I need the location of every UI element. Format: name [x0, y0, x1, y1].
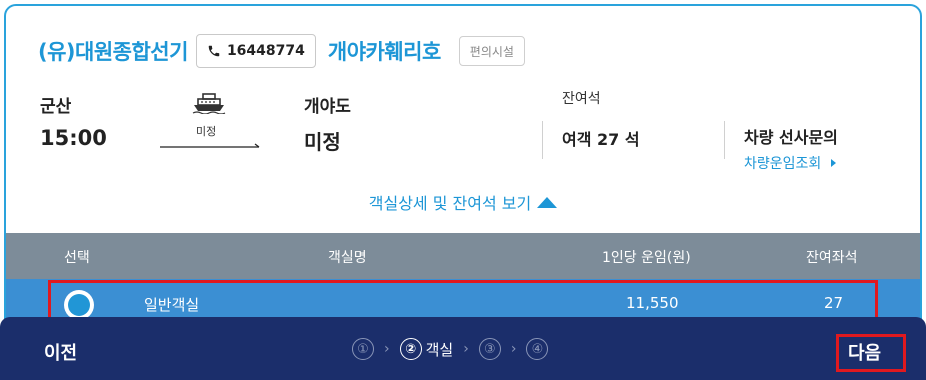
- ship-name: 개야카훼리호: [327, 40, 441, 64]
- step-1: ①: [352, 338, 374, 360]
- footer-bar: 이전 ① › ② 객실 › ③ › ④ 다음: [0, 317, 926, 380]
- detail-toggle[interactable]: 객실상세 및 잔여석 보기: [6, 190, 920, 214]
- seat-label: 잔여석: [562, 91, 601, 107]
- cabin-name: 일반객실: [144, 296, 200, 314]
- arrival-port: 개야도: [304, 97, 351, 117]
- chevron-right-icon: ›: [510, 341, 517, 357]
- step-3: ③: [478, 338, 501, 360]
- departure-port: 군산: [40, 97, 72, 117]
- caret-right-icon: [831, 159, 837, 167]
- divider: [724, 121, 725, 159]
- detail-toggle-label: 객실상세 및 잔여석 보기: [368, 194, 532, 213]
- departure-time: 15:00: [40, 126, 107, 150]
- passenger-seats: 여객 27 석: [562, 130, 640, 149]
- radio-selected-dot: [68, 294, 90, 316]
- phone-button[interactable]: 16448774: [195, 34, 316, 68]
- route-arrow: [160, 143, 260, 148]
- phone-icon: [208, 45, 220, 57]
- step-4: ④: [526, 338, 549, 360]
- column-header-remaining: 잔여좌석: [806, 250, 858, 266]
- step-2: ②: [399, 338, 422, 360]
- arrival-status: 미정: [304, 130, 341, 154]
- column-header-name: 객실명: [328, 250, 367, 266]
- vehicle-fare-link-label: 차량운임조회: [744, 156, 822, 172]
- cabin-fare: 11,550: [626, 294, 679, 312]
- column-header-select: 선택: [64, 250, 90, 266]
- ship-icon: [192, 93, 226, 114]
- cabin-remaining: 27: [824, 294, 844, 312]
- facility-button[interactable]: 편의시설: [458, 36, 525, 66]
- company-name: (유)대원종합선기: [38, 40, 188, 64]
- divider: [542, 121, 543, 159]
- step-indicator: ① › ② 객실 › ③ › ④: [352, 338, 549, 360]
- triangle-up-icon: [537, 196, 558, 208]
- step-2-label: 객실: [425, 340, 454, 359]
- table-header: 선택 객실명 1인당 운임(원) 잔여좌석: [6, 233, 920, 279]
- chevron-right-icon: ›: [384, 341, 390, 357]
- next-button[interactable]: 다음: [848, 339, 881, 365]
- route-status: 미정: [196, 125, 217, 138]
- phone-number: 16448774: [226, 43, 305, 59]
- prev-button[interactable]: 이전: [44, 339, 77, 365]
- cabin-radio-button[interactable]: [64, 290, 94, 320]
- card-header: (유)대원종합선기 16448774 개야카훼리호 편의시설: [38, 32, 525, 70]
- vehicle-fare-link[interactable]: 차량운임조회: [744, 153, 837, 173]
- column-header-fare: 1인당 운임(원): [602, 250, 691, 266]
- vehicle-title: 차량 선사문의: [744, 128, 838, 147]
- chevron-right-icon: ›: [463, 341, 469, 357]
